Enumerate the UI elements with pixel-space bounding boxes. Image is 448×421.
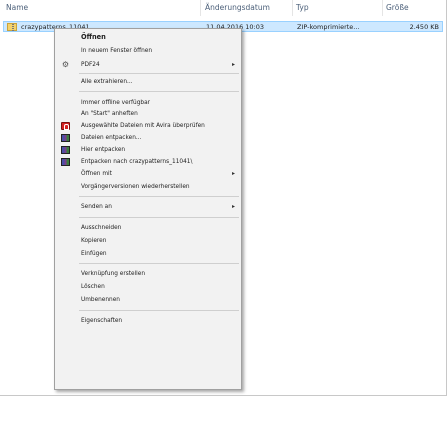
menu-item-delete[interactable]: Löschen	[55, 281, 241, 293]
menu-item-open-with[interactable]: Öffnen mit ▸	[55, 168, 241, 180]
zip-folder-icon	[7, 23, 17, 31]
winrar-books-icon	[61, 134, 70, 142]
menu-item-restore-versions[interactable]: Vorgängerversionen wiederherstellen	[55, 181, 241, 193]
column-header-bar: Name Änderungsdatum Typ Größe	[0, 0, 446, 16]
file-type: ZIP-komprimierte...	[297, 23, 360, 31]
menu-item-open[interactable]: Öffnen	[55, 31, 241, 43]
winrar-books-icon	[61, 158, 70, 166]
menu-separator	[79, 196, 239, 197]
winrar-books-icon	[61, 146, 70, 154]
column-divider[interactable]	[200, 0, 201, 16]
column-header-name[interactable]: Name	[6, 3, 28, 12]
avira-umbrella-icon	[61, 122, 70, 130]
menu-item-send-to[interactable]: Senden an ▸	[55, 201, 241, 213]
column-header-date[interactable]: Änderungsdatum	[205, 3, 270, 12]
menu-item-rename[interactable]: Umbenennen	[55, 294, 241, 306]
menu-item-properties[interactable]: Eigenschaften	[55, 315, 241, 327]
menu-separator	[79, 263, 239, 264]
gear-icon: ⚙	[61, 60, 70, 69]
menu-item-extract-to[interactable]: Entpacken nach crazypatterns_11041\	[55, 156, 241, 168]
chevron-right-icon: ▸	[231, 61, 235, 68]
menu-item-unpack-files[interactable]: Dateien entpacken...	[55, 132, 241, 144]
file-size: 2.450 KB	[409, 23, 439, 31]
menu-separator	[79, 217, 239, 218]
context-menu: Öffnen In neuem Fenster öffnen ⚙ PDF24 ▸…	[54, 28, 242, 390]
menu-item-create-shortcut[interactable]: Verknüpfung erstellen	[55, 268, 241, 280]
menu-item-cut[interactable]: Ausschneiden	[55, 222, 241, 234]
menu-item-open-new-window[interactable]: In neuem Fenster öffnen	[55, 45, 241, 57]
pane-bottom-border	[0, 395, 446, 396]
menu-separator	[79, 91, 239, 92]
menu-item-copy[interactable]: Kopieren	[55, 235, 241, 247]
column-divider[interactable]	[382, 0, 383, 16]
menu-separator	[79, 73, 239, 74]
menu-separator	[79, 310, 239, 311]
chevron-right-icon: ▸	[231, 170, 235, 177]
menu-item-extract-all[interactable]: Alle extrahieren...	[55, 76, 241, 88]
column-header-type[interactable]: Typ	[296, 3, 309, 12]
menu-item-pin-start[interactable]: An "Start" anheften	[55, 108, 241, 120]
column-header-size[interactable]: Größe	[386, 3, 409, 12]
menu-item-paste[interactable]: Einfügen	[55, 248, 241, 260]
menu-item-avira-scan[interactable]: Ausgewählte Dateien mit Avira überprüfen	[55, 120, 241, 132]
menu-item-pdf24[interactable]: ⚙ PDF24 ▸	[55, 59, 241, 71]
menu-item-extract-here[interactable]: Hier entpacken	[55, 144, 241, 156]
column-divider[interactable]	[292, 0, 293, 16]
chevron-right-icon: ▸	[231, 203, 235, 210]
